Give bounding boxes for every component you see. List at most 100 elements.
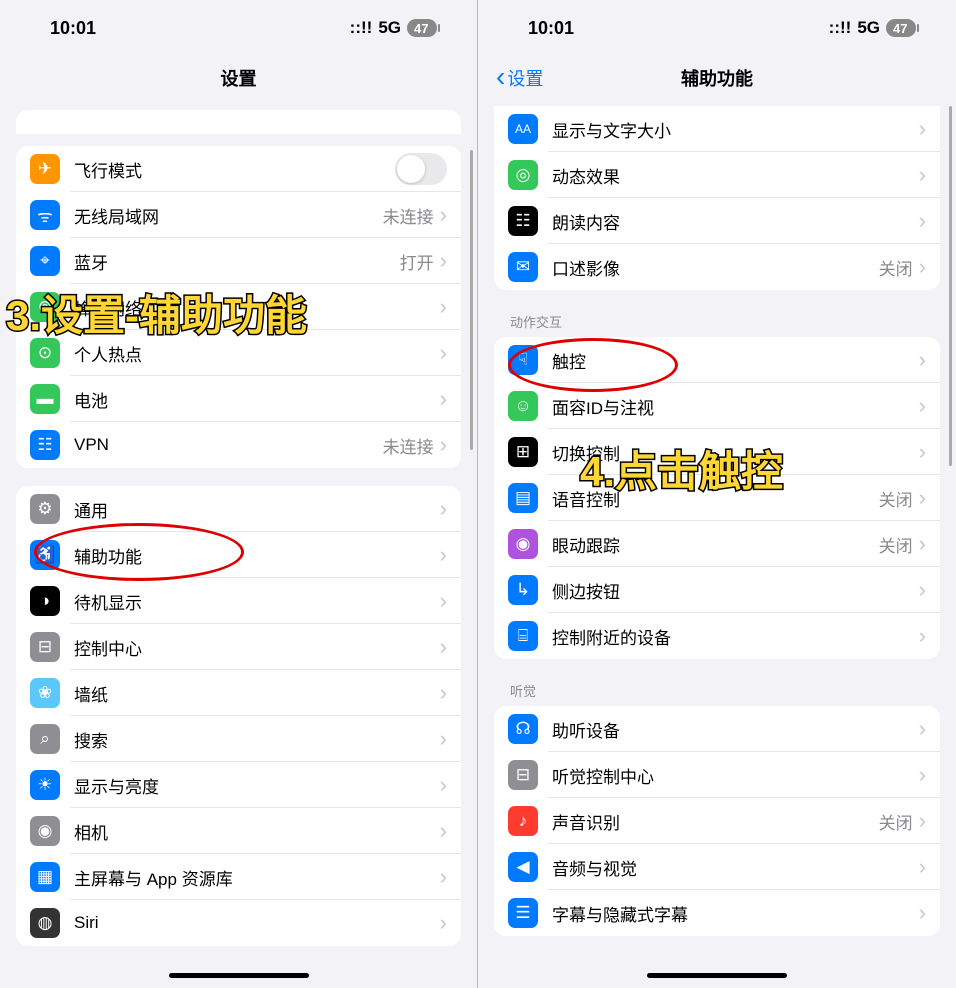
settings-row-search[interactable]: ⌕搜索› xyxy=(16,716,461,762)
touch-icon: ☟ xyxy=(508,345,538,375)
settings-row-standby[interactable]: ◑待机显示› xyxy=(16,578,461,624)
row-label: 朗读内容 xyxy=(552,209,919,234)
chevron-right-icon: › xyxy=(919,485,926,511)
airplane-toggle[interactable] xyxy=(395,153,447,185)
bluetooth-icon: ⌖ xyxy=(30,246,60,276)
standby-icon: ◑ xyxy=(30,586,60,616)
chevron-right-icon: › xyxy=(919,762,926,788)
settings-row-control[interactable]: ⊟ 控制中心› xyxy=(16,624,461,670)
chevron-right-icon: › xyxy=(440,910,447,936)
row-value: 关闭 xyxy=(879,809,913,834)
motion-icon: ◎ xyxy=(508,160,538,190)
signal-icon: ::!! xyxy=(350,18,373,38)
eyetrack-icon: ◉ xyxy=(508,529,538,559)
back-button[interactable]: ‹ 设置 xyxy=(496,65,543,91)
settings-row-display[interactable]: ☀显示与亮度› xyxy=(16,762,461,808)
page-title: 辅助功能 xyxy=(681,65,753,91)
home-indicator xyxy=(647,973,787,978)
settings-row-sidebtn[interactable]: ↳ 侧边按钮› xyxy=(494,567,940,613)
settings-row-airplane[interactable]: ✈飞行模式 xyxy=(16,146,461,192)
settings-row-motion[interactable]: ◎动态效果› xyxy=(494,152,940,198)
chevron-right-icon: › xyxy=(919,577,926,603)
settings-row-eyetrack[interactable]: ◉眼动跟踪关闭› xyxy=(494,521,940,567)
row-label: 个人热点 xyxy=(74,341,440,366)
settings-row-vpn[interactable]: ☷VPN未连接› xyxy=(16,422,461,468)
settings-row-soundrec[interactable]: ♪声音识别关闭› xyxy=(494,798,940,844)
chevron-right-icon: › xyxy=(440,432,447,458)
network-label: 5G xyxy=(857,18,880,38)
wifi-icon: ᯤ xyxy=(30,200,60,230)
chevron-right-icon: › xyxy=(440,726,447,752)
settings-row-textsize[interactable]: AA显示与文字大小› xyxy=(494,106,940,152)
settings-row-touch[interactable]: ☟触控› xyxy=(494,337,940,383)
row-label: 辅助功能 xyxy=(74,543,440,568)
settings-row-hearingctrl[interactable]: ⊟ 听觉控制中心› xyxy=(494,752,940,798)
row-label: 面容ID与注视 xyxy=(552,394,919,419)
settings-row-battery[interactable]: ▬电池› xyxy=(16,376,461,422)
settings-row-wifi[interactable]: ᯤ无线局域网未连接› xyxy=(16,192,461,238)
row-label: 电池 xyxy=(74,387,440,412)
settings-row-accessibility[interactable]: ♿辅助功能› xyxy=(16,532,461,578)
camera-icon: ◉ xyxy=(30,816,60,846)
settings-row-siri[interactable]: ◍Siri› xyxy=(16,900,461,946)
chevron-right-icon: › xyxy=(440,248,447,274)
hearingctrl-icon: ⊟ xyxy=(508,760,538,790)
settings-row-general[interactable]: ⚙ 通用› xyxy=(16,486,461,532)
settings-row-hearing[interactable]: ☊助听设备› xyxy=(494,706,940,752)
annotation-step-3: 3.设置-辅助功能 xyxy=(6,282,307,343)
nearby-icon: ⌸ xyxy=(508,621,538,651)
general-icon: ⚙ xyxy=(30,494,60,524)
chevron-right-icon: › xyxy=(919,854,926,880)
row-label: 相机 xyxy=(74,819,440,844)
faceid-icon: ☺ xyxy=(508,391,538,421)
airplane-icon: ✈ xyxy=(30,154,60,184)
settings-row-subtitles[interactable]: ☰字幕与隐藏式字幕› xyxy=(494,890,940,936)
row-label: 侧边按钮 xyxy=(552,578,919,603)
settings-row-audiodesc[interactable]: ✉口述影像关闭› xyxy=(494,244,940,290)
sidebtn-icon: ↳ xyxy=(508,575,538,605)
status-time: 10:01 xyxy=(50,18,96,39)
row-label: 控制附近的设备 xyxy=(552,624,919,649)
settings-row-faceid[interactable]: ☺面容ID与注视› xyxy=(494,383,940,429)
scroll-indicator xyxy=(470,150,473,450)
chevron-right-icon: › xyxy=(440,496,447,522)
chevron-left-icon: ‹ xyxy=(496,63,505,91)
row-label: 助听设备 xyxy=(552,717,919,742)
chevron-right-icon: › xyxy=(919,900,926,926)
battery-icon: ▬ xyxy=(30,384,60,414)
row-value: 打开 xyxy=(400,249,434,274)
soundrec-icon: ♪ xyxy=(508,806,538,836)
settings-row-spoken[interactable]: ☷朗读内容› xyxy=(494,198,940,244)
battery-icon: 47 xyxy=(886,19,916,37)
row-label: Siri xyxy=(74,913,440,933)
hearing-icon: ☊ xyxy=(508,714,538,744)
row-label: 听觉控制中心 xyxy=(552,763,919,788)
status-time: 10:01 xyxy=(528,18,574,39)
settings-row-nearby[interactable]: ⌸控制附近的设备› xyxy=(494,613,940,659)
settings-row-wallpaper[interactable]: ❀墙纸› xyxy=(16,670,461,716)
accessibility-group-hearing: ☊助听设备›⊟听觉控制中心›♪声音识别关闭›◀音频与视觉›☰字幕与隐藏式字幕› xyxy=(494,706,940,936)
row-label: 控制中心 xyxy=(74,635,440,660)
row-label: 字幕与隐藏式字幕 xyxy=(552,901,919,926)
chevron-right-icon: › xyxy=(440,542,447,568)
chevron-right-icon: › xyxy=(919,347,926,373)
row-value: 关闭 xyxy=(879,486,913,511)
audiodesc-icon: ✉ xyxy=(508,252,538,282)
battery-icon: 47 xyxy=(407,19,437,37)
row-label: 主屏幕与 App 资源库 xyxy=(74,865,440,890)
row-label: 蓝牙 xyxy=(74,249,400,274)
settings-row-bluetooth[interactable]: ⌖ 蓝牙打开› xyxy=(16,238,461,284)
control-icon: ⊟ xyxy=(30,632,60,662)
row-label: 音频与视觉 xyxy=(552,855,919,880)
vpn-icon: ☷ xyxy=(30,430,60,460)
nav-bar: ‹ 设置 辅助功能 xyxy=(478,56,956,100)
chevron-right-icon: › xyxy=(919,116,926,142)
settings-group-general: ⚙通用›♿辅助功能›◑待机显示›⊟控制中心›❀墙纸›⌕搜索›☀显示与亮度›◉相机… xyxy=(16,486,461,946)
settings-row-home[interactable]: ▦主屏幕与 App 资源库› xyxy=(16,854,461,900)
settings-row-audiovisual[interactable]: ◀音频与视觉› xyxy=(494,844,940,890)
signal-icon: ::!! xyxy=(829,18,852,38)
chevron-right-icon: › xyxy=(440,634,447,660)
row-label: 通用 xyxy=(74,497,440,522)
settings-row-camera[interactable]: ◉相机› xyxy=(16,808,461,854)
home-indicator xyxy=(169,973,309,978)
